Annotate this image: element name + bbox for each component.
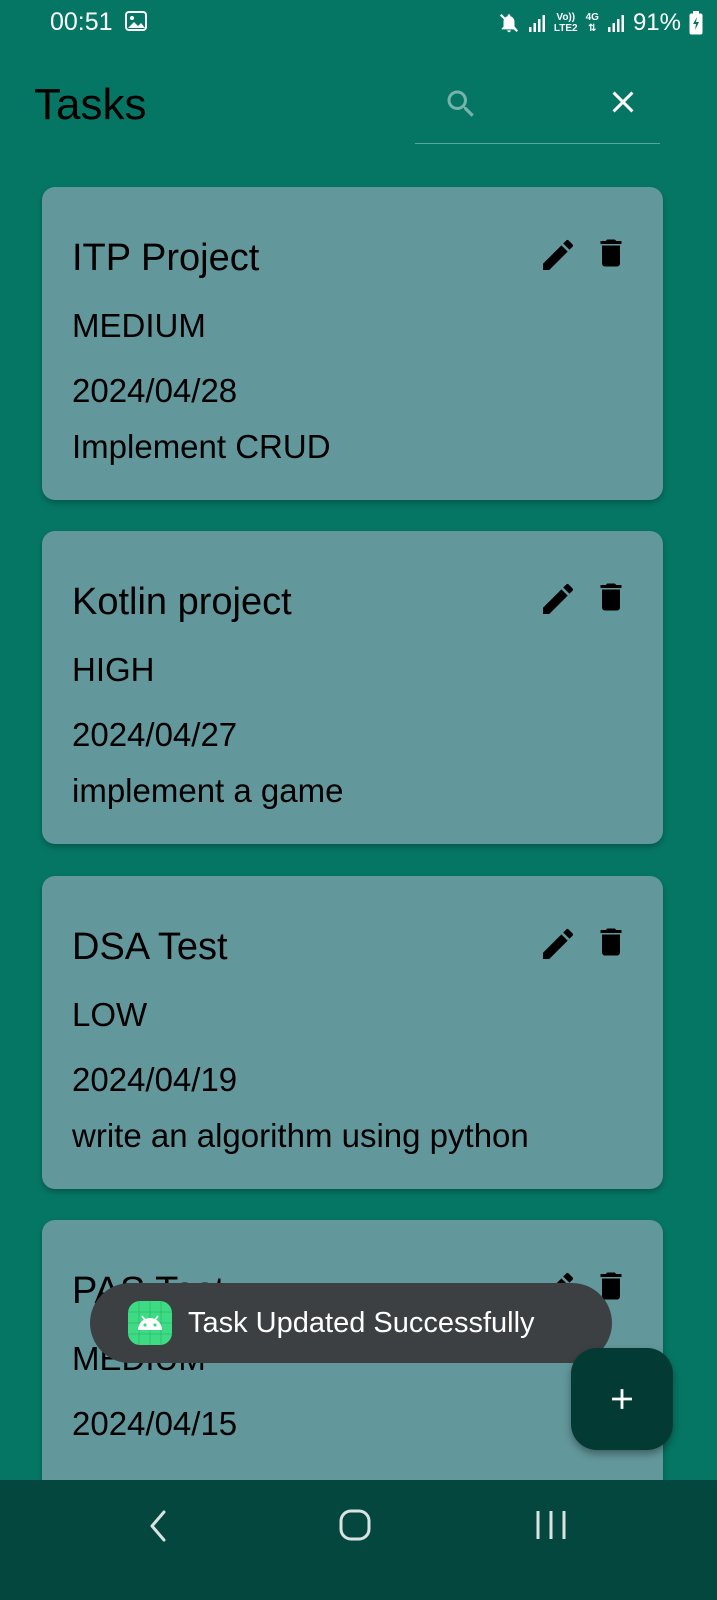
task-date: 2024/04/28: [72, 372, 238, 409]
volte-label: Vo)) LTE2: [553, 12, 578, 34]
android-app-icon: [128, 1301, 172, 1345]
network-type-label: 4G ⇅: [585, 12, 599, 34]
task-priority: HIGH: [72, 651, 155, 688]
back-icon[interactable]: [142, 1506, 174, 1546]
delete-icon[interactable]: [593, 577, 629, 617]
task-priority: MEDIUM: [72, 307, 206, 344]
task-card[interactable]: DSA Test LOW 2024/04/19 write an algorit…: [42, 876, 663, 1189]
task-title: Kotlin project: [72, 581, 292, 623]
task-date: 2024/04/27: [72, 716, 238, 753]
toast-notification: Task Updated Successfully: [90, 1283, 612, 1363]
add-task-button[interactable]: [571, 1348, 673, 1450]
page-title: Tasks: [34, 80, 147, 129]
battery-charging-icon: [689, 11, 703, 35]
delete-icon[interactable]: [593, 922, 629, 962]
gallery-notification-icon: [125, 11, 147, 31]
tasks-screen: ITP Project MEDIUM 2024/04/28 Implement …: [0, 0, 717, 1600]
edit-icon[interactable]: [538, 579, 578, 619]
task-date: 2024/04/19: [72, 1061, 238, 1098]
recents-icon[interactable]: [532, 1507, 570, 1543]
search-input[interactable]: [485, 82, 599, 128]
signal-icon-2: [607, 15, 624, 32]
close-icon[interactable]: [605, 84, 641, 120]
toast-message: Task Updated Successfully: [188, 1306, 535, 1339]
status-bar: 00:51 Vo)) LTE2 4G ⇅ 91%: [0, 0, 717, 48]
task-description: Implement CRUD: [72, 428, 331, 465]
task-title: DSA Test: [72, 926, 228, 968]
home-icon[interactable]: [337, 1507, 373, 1543]
system-nav-bar: [0, 1480, 717, 1600]
search-icon: [447, 90, 474, 117]
task-description: implement a game: [72, 772, 344, 809]
status-time: 00:51: [50, 8, 113, 36]
add-icon: [612, 1389, 632, 1409]
signal-icon: [528, 15, 545, 32]
edit-icon[interactable]: [538, 235, 578, 275]
task-date: 2024/04/15: [72, 1405, 238, 1442]
search-bar[interactable]: [415, 72, 660, 144]
task-card[interactable]: ITP Project MEDIUM 2024/04/28 Implement …: [42, 187, 663, 500]
task-title: ITP Project: [72, 237, 260, 279]
delete-icon[interactable]: [593, 233, 629, 273]
status-right-icons: Vo)) LTE2 4G ⇅ 91%: [498, 6, 703, 40]
task-priority: LOW: [72, 996, 148, 1033]
edit-icon[interactable]: [538, 924, 578, 964]
task-description: write an algorithm using python: [72, 1117, 529, 1154]
battery-percent: 91%: [632, 9, 681, 36]
task-list[interactable]: ITP Project MEDIUM 2024/04/28 Implement …: [0, 0, 717, 1480]
task-card[interactable]: Kotlin project HIGH 2024/04/27 implement…: [42, 531, 663, 844]
mute-icon: [499, 13, 518, 33]
